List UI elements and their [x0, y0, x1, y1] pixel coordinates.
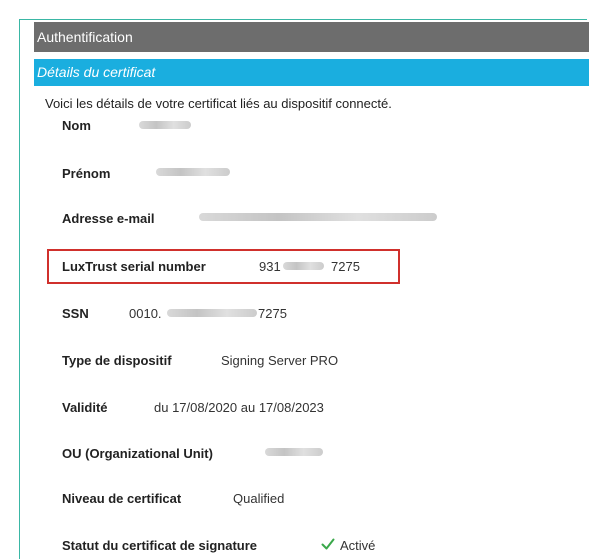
nom-value-redacted	[139, 121, 191, 129]
email-value-redacted	[199, 213, 437, 221]
signature-status-value: Activé	[340, 538, 376, 553]
section-title: Détails du certificat	[37, 64, 156, 80]
cert-level-label: Niveau de certificat	[62, 491, 182, 506]
cert-level-value: Qualified	[233, 491, 285, 506]
device-type-value: Signing Server PRO	[221, 353, 339, 368]
ou-label: OU (Organizational Unit)	[62, 446, 213, 461]
prenom-label: Prénom	[62, 166, 111, 181]
luxtrust-value-prefix: 931	[259, 259, 281, 274]
intro-text: Voici les détails de votre certificat li…	[45, 96, 392, 111]
luxtrust-value-suffix: 7275	[331, 259, 360, 274]
page-title: Authentification	[37, 29, 133, 45]
device-type-label: Type de dispositif	[62, 353, 172, 368]
check-icon	[321, 538, 335, 550]
email-label: Adresse e-mail	[62, 211, 155, 226]
validity-value: du 17/08/2020 au 17/08/2023	[154, 400, 324, 415]
ssn-value-suffix: 7275	[258, 306, 287, 321]
validity-label: Validité	[62, 400, 108, 415]
luxtrust-value-redacted	[283, 262, 324, 270]
luxtrust-label: LuxTrust serial number	[62, 259, 206, 274]
prenom-value-redacted	[156, 168, 230, 176]
ou-value-redacted	[265, 448, 323, 456]
ssn-value-prefix: 0010.	[129, 306, 162, 321]
ssn-value-redacted	[167, 309, 257, 317]
ssn-label: SSN	[62, 306, 89, 321]
signature-status-label: Statut du certificat de signature	[62, 538, 258, 553]
nom-label: Nom	[62, 118, 91, 133]
